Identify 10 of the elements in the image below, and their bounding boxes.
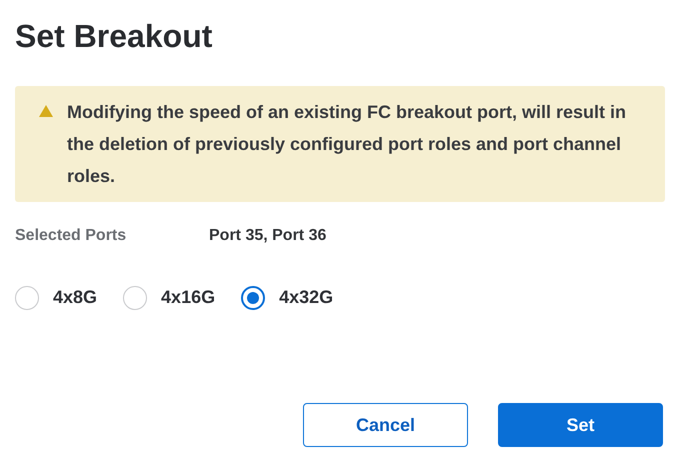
speed-radio[interactable]: 4x8G [15, 284, 98, 311]
warning-icon [39, 105, 53, 117]
field-label: Selected Ports [15, 226, 128, 246]
field-value: Port 35, Port 36 [209, 226, 326, 246]
set-button[interactable]: Set [498, 403, 663, 447]
warning-message: Modifying the speed of an existing FC breakout port, will result in the deletion of previously configured port roles and port channel roles. [67, 101, 628, 188]
speed-radio[interactable]: 4x16G [123, 284, 216, 311]
dialog-title: Set Breakout [15, 17, 214, 56]
speed-radio[interactable]: 4x32G [241, 284, 334, 311]
cancel-button[interactable]: Cancel [303, 403, 468, 447]
